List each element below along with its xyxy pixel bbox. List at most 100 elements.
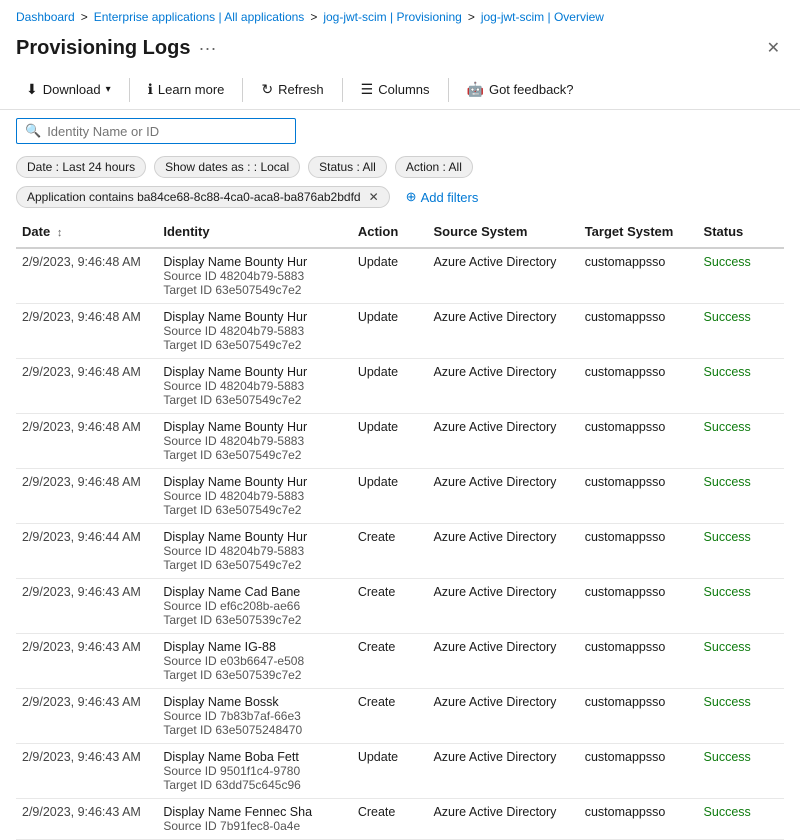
identity-target: Target ID 63e5075248470 <box>163 723 345 737</box>
search-input[interactable] <box>47 124 287 139</box>
identity-display: Display Name Boba Fett <box>163 750 345 764</box>
breadcrumb-dashboard[interactable]: Dashboard <box>16 10 75 24</box>
show-dates-filter-chip[interactable]: Show dates as : : Local <box>154 156 300 178</box>
table-row[interactable]: 2/9/2023, 9:46:43 AM Display Name Fennec… <box>16 799 784 840</box>
cell-date: 2/9/2023, 9:46:44 AM <box>16 524 157 579</box>
table-row[interactable]: 2/9/2023, 9:46:43 AM Display Name Boba F… <box>16 744 784 799</box>
col-header-date[interactable]: Date ↕ <box>16 216 157 248</box>
page-title: Provisioning Logs <box>16 37 190 60</box>
col-header-action: Action <box>352 216 428 248</box>
col-header-target: Target System <box>579 216 698 248</box>
action-filter-label: Action : All <box>406 160 462 174</box>
columns-label: Columns <box>378 82 429 97</box>
download-button[interactable]: ⬇ Download ▾ <box>16 76 121 103</box>
cell-date: 2/9/2023, 9:46:48 AM <box>16 469 157 524</box>
table-row[interactable]: 2/9/2023, 9:46:44 AM Display Name Bounty… <box>16 524 784 579</box>
cell-date: 2/9/2023, 9:46:43 AM <box>16 689 157 744</box>
cell-date: 2/9/2023, 9:46:43 AM <box>16 799 157 840</box>
app-filter-remove-button[interactable]: ✕ <box>369 190 379 204</box>
cell-target-system: customappsso <box>579 799 698 840</box>
app-filter-chip[interactable]: Application contains ba84ce68-8c88-4ca0-… <box>16 186 390 208</box>
identity-display: Display Name Bossk <box>163 695 345 709</box>
table-row[interactable]: 2/9/2023, 9:46:43 AM Display Name Cad Ba… <box>16 579 784 634</box>
cell-target-system: customappsso <box>579 634 698 689</box>
cell-action: Create <box>352 689 428 744</box>
breadcrumb-enterprise-apps[interactable]: Enterprise applications | All applicatio… <box>94 10 305 24</box>
toolbar-separator-3 <box>342 78 343 102</box>
cell-status: Success <box>698 524 784 579</box>
download-chevron-icon: ▾ <box>106 84 111 95</box>
cell-date: 2/9/2023, 9:46:48 AM <box>16 359 157 414</box>
table-row[interactable]: 2/9/2023, 9:46:43 AM Display Name Bossk … <box>16 689 784 744</box>
identity-display: Display Name IG-88 <box>163 640 345 654</box>
cell-source-system: Azure Active Directory <box>427 414 578 469</box>
identity-target: Target ID 63e507549c7e2 <box>163 338 345 352</box>
date-filter-chip[interactable]: Date : Last 24 hours <box>16 156 146 178</box>
cell-date: 2/9/2023, 9:46:48 AM <box>16 414 157 469</box>
download-label: Download <box>43 82 101 97</box>
identity-display: Display Name Bounty Hur <box>163 365 345 379</box>
action-filter-chip[interactable]: Action : All <box>395 156 473 178</box>
close-button[interactable]: ✕ <box>763 34 784 62</box>
cell-identity: Display Name Fennec Sha Source ID 7b91fe… <box>157 799 351 840</box>
identity-target: Target ID 63e507549c7e2 <box>163 393 345 407</box>
table-row[interactable]: 2/9/2023, 9:46:48 AM Display Name Bounty… <box>16 248 784 304</box>
toolbar-separator-4 <box>448 78 449 102</box>
identity-source: Source ID 9501f1c4-9780 <box>163 764 345 778</box>
toolbar-separator-1 <box>129 78 130 102</box>
breadcrumb-provisioning[interactable]: jog-jwt-scim | Provisioning <box>323 10 462 24</box>
identity-display: Display Name Cad Bane <box>163 585 345 599</box>
toolbar: ⬇ Download ▾ ℹ Learn more ↻ Refresh ☰ Co… <box>0 70 800 110</box>
cell-status: Success <box>698 414 784 469</box>
identity-source: Source ID 48204b79-5883 <box>163 489 345 503</box>
cell-source-system: Azure Active Directory <box>427 689 578 744</box>
provisioning-logs-table: Date ↕ Identity Action Source System Tar… <box>16 216 784 840</box>
status-filter-chip[interactable]: Status : All <box>308 156 387 178</box>
refresh-button[interactable]: ↻ Refresh <box>251 76 333 103</box>
table-wrap: Date ↕ Identity Action Source System Tar… <box>0 216 800 840</box>
cell-source-system: Azure Active Directory <box>427 744 578 799</box>
refresh-label: Refresh <box>278 82 324 97</box>
learn-more-button[interactable]: ℹ Learn more <box>138 76 235 103</box>
cell-action: Update <box>352 414 428 469</box>
identity-target: Target ID 63e507549c7e2 <box>163 558 345 572</box>
cell-status: Success <box>698 799 784 840</box>
table-row[interactable]: 2/9/2023, 9:46:43 AM Display Name IG-88 … <box>16 634 784 689</box>
identity-target: Target ID 63e507539c7e2 <box>163 613 345 627</box>
identity-source: Source ID 48204b79-5883 <box>163 544 345 558</box>
refresh-icon: ↻ <box>261 81 273 98</box>
identity-target: Target ID 63e507549c7e2 <box>163 448 345 462</box>
cell-status: Success <box>698 359 784 414</box>
identity-source: Source ID e03b6647-e508 <box>163 654 345 668</box>
breadcrumb-overview[interactable]: jog-jwt-scim | Overview <box>481 10 604 24</box>
toolbar-separator-2 <box>242 78 243 102</box>
table-header-row: Date ↕ Identity Action Source System Tar… <box>16 216 784 248</box>
identity-source: Source ID 48204b79-5883 <box>163 324 345 338</box>
sort-icon: ↕ <box>57 227 63 239</box>
feedback-button[interactable]: 🤖 Got feedback? <box>457 76 584 103</box>
cell-source-system: Azure Active Directory <box>427 524 578 579</box>
table-row[interactable]: 2/9/2023, 9:46:48 AM Display Name Bounty… <box>16 304 784 359</box>
more-options-button[interactable]: ··· <box>198 38 216 59</box>
cell-identity: Display Name Bounty Hur Source ID 48204b… <box>157 304 351 359</box>
table-row[interactable]: 2/9/2023, 9:46:48 AM Display Name Bounty… <box>16 359 784 414</box>
table-row[interactable]: 2/9/2023, 9:46:48 AM Display Name Bounty… <box>16 469 784 524</box>
breadcrumb-sep-1: > <box>81 10 88 24</box>
identity-target: Target ID 63e507549c7e2 <box>163 503 345 517</box>
cell-status: Success <box>698 744 784 799</box>
col-header-date-label: Date <box>22 224 50 239</box>
identity-source: Source ID ef6c208b-ae66 <box>163 599 345 613</box>
feedback-icon: 🤖 <box>467 81 484 98</box>
table-row[interactable]: 2/9/2023, 9:46:48 AM Display Name Bounty… <box>16 414 784 469</box>
cell-target-system: customappsso <box>579 414 698 469</box>
cell-target-system: customappsso <box>579 689 698 744</box>
cell-identity: Display Name IG-88 Source ID e03b6647-e5… <box>157 634 351 689</box>
add-filter-button[interactable]: ⊕ Add filters <box>398 186 487 208</box>
columns-button[interactable]: ☰ Columns <box>351 76 440 103</box>
identity-source: Source ID 48204b79-5883 <box>163 269 345 283</box>
cell-status: Success <box>698 634 784 689</box>
breadcrumb-sep-2: > <box>310 10 317 24</box>
status-filter-label: Status : All <box>319 160 376 174</box>
identity-display: Display Name Bounty Hur <box>163 255 345 269</box>
cell-identity: Display Name Bossk Source ID 7b83b7af-66… <box>157 689 351 744</box>
